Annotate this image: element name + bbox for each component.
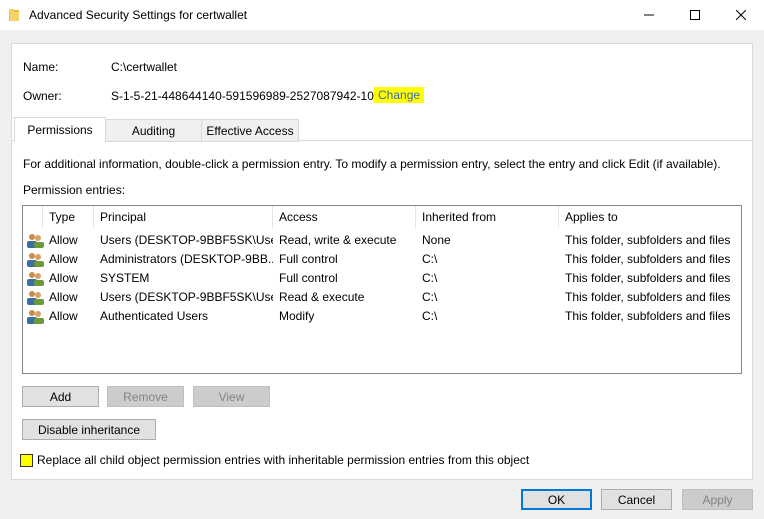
column-header-type[interactable]: Type [43,206,94,228]
users-icon [27,291,44,305]
permission-entries-list[interactable]: Type Principal Access Inherited from App… [22,205,742,374]
maximize-button[interactable] [672,0,718,30]
minimize-button[interactable] [626,0,672,30]
column-header-icon [23,206,43,228]
tab-auditing[interactable]: Auditing [105,119,202,142]
table-row[interactable]: Allow Users (DESKTOP-9BBF5SK\Use... Read… [23,231,741,250]
disable-inheritance-button[interactable]: Disable inheritance [22,419,156,440]
cell-inherited-from: C:\ [422,290,438,304]
close-icon [736,10,746,20]
replace-child-permissions-checkbox[interactable] [20,454,33,467]
cell-principal: Users (DESKTOP-9BBF5SK\Use... [100,233,273,247]
apply-button[interactable]: Apply [682,489,753,510]
add-button[interactable]: Add [22,386,99,407]
view-button[interactable]: View [193,386,270,407]
cell-inherited-from: C:\ [422,271,438,285]
cell-principal: Administrators (DESKTOP-9BB... [100,252,273,266]
title-bar: Advanced Security Settings for certwalle… [0,0,764,30]
cell-applies-to: This folder, subfolders and files [565,271,731,285]
permission-entries-label: Permission entries: [23,183,126,197]
table-row[interactable]: Allow SYSTEM Full control C:\ This folde… [23,269,741,288]
folder-icon [9,9,19,21]
cell-principal: SYSTEM [100,271,150,285]
replace-child-permissions-label[interactable]: Replace all child object permission entr… [37,453,529,467]
cell-applies-to: This folder, subfolders and files [565,233,731,247]
window-title: Advanced Security Settings for certwalle… [29,8,248,22]
cell-type: Allow [49,252,78,266]
cell-access: Read & execute [279,290,365,304]
table-row[interactable]: Allow Administrators (DESKTOP-9BB... Ful… [23,250,741,269]
close-button[interactable] [718,0,764,30]
table-row[interactable]: Allow Authenticated Users Modify C:\ Thi… [23,307,741,326]
cell-access: Full control [279,252,338,266]
name-label: Name: [23,60,59,74]
users-icon [27,272,44,286]
cell-applies-to: This folder, subfolders and files [565,309,731,323]
users-icon [27,310,44,324]
users-icon [27,234,44,248]
cell-access: Full control [279,271,338,285]
owner-label: Owner: [23,89,62,103]
column-header-inherited-from[interactable]: Inherited from [416,206,559,228]
name-value: C:\certwallet [111,60,178,74]
cell-type: Allow [49,233,78,247]
cell-principal: Users (DESKTOP-9BBF5SK\Use... [100,290,273,304]
table-row[interactable]: Allow Users (DESKTOP-9BBF5SK\Use... Read… [23,288,741,307]
cell-access: Read, write & execute [279,233,397,247]
cell-access: Modify [279,309,315,323]
column-header-access[interactable]: Access [273,206,416,228]
settings-panel: Name: C:\certwallet Owner: S-1-5-21-4486… [11,43,753,480]
tab-effective-access[interactable]: Effective Access [201,119,299,142]
cell-inherited-from: C:\ [422,252,438,266]
cell-type: Allow [49,290,78,304]
cell-applies-to: This folder, subfolders and files [565,290,731,304]
ok-button[interactable]: OK [521,489,592,510]
cell-inherited-from: None [422,233,451,247]
cell-inherited-from: C:\ [422,309,438,323]
column-header-principal[interactable]: Principal [94,206,273,228]
info-text: For additional information, double-click… [23,157,721,171]
owner-change-link[interactable]: Change [374,87,425,103]
minimize-icon [644,14,654,16]
remove-button[interactable]: Remove [107,386,184,407]
owner-value: S-1-5-21-448644140-591596989-2527087942-… [111,89,388,103]
column-header-applies-to[interactable]: Applies to [559,206,741,228]
cell-applies-to: This folder, subfolders and files [565,252,731,266]
cell-type: Allow [49,309,78,323]
users-icon [27,253,44,267]
cancel-button[interactable]: Cancel [601,489,672,510]
cell-type: Allow [49,271,78,285]
cell-principal: Authenticated Users [100,309,209,323]
tab-permissions[interactable]: Permissions [14,117,106,142]
maximize-icon [690,10,700,20]
list-header: Type Principal Access Inherited from App… [23,206,741,228]
